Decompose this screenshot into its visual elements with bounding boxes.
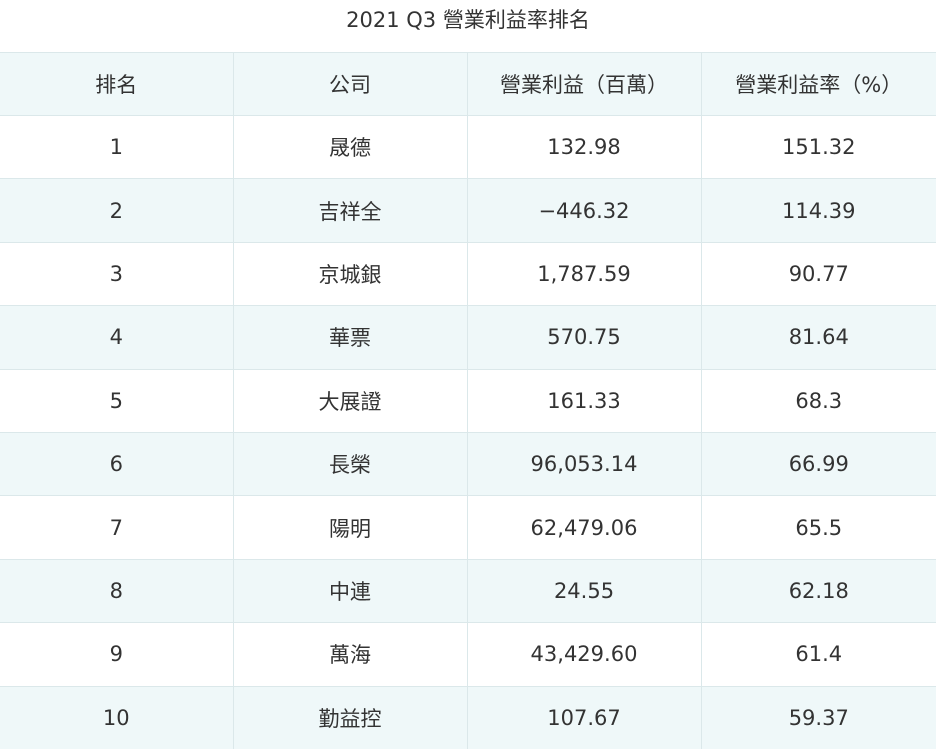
table-header-row: 排名 公司 營業利益（百萬） 營業利益率（%） — [0, 52, 936, 116]
column-header-rank: 排名 — [0, 52, 233, 116]
operating-income-cell: −446.32 — [466, 178, 701, 243]
company-cell: 長榮 — [232, 431, 467, 496]
company-cell: 華票 — [232, 305, 467, 370]
table-row: 2 吉祥全 −446.32 114.39 — [0, 178, 936, 243]
operating-income-cell: 96,053.14 — [466, 431, 701, 496]
column-header-operating-income: 營業利益（百萬） — [466, 52, 701, 116]
operating-margin-cell: 151.32 — [700, 114, 936, 179]
table-row: 5 大展證 161.33 68.3 — [0, 368, 936, 433]
rank-cell: 5 — [0, 368, 233, 433]
company-cell: 京城銀 — [232, 241, 467, 306]
table-row: 8 中連 24.55 62.18 — [0, 558, 936, 623]
rank-cell: 7 — [0, 495, 233, 560]
rank-cell: 8 — [0, 558, 233, 623]
company-cell: 陽明 — [232, 495, 467, 560]
table-row: 1 晟德 132.98 151.32 — [0, 114, 936, 179]
column-header-company: 公司 — [232, 52, 467, 116]
table-row: 7 陽明 62,479.06 65.5 — [0, 495, 936, 560]
table-row: 4 華票 570.75 81.64 — [0, 305, 936, 370]
operating-margin-cell: 90.77 — [700, 241, 936, 306]
company-cell: 勤益控 — [232, 685, 467, 750]
rank-cell: 3 — [0, 241, 233, 306]
operating-income-cell: 161.33 — [466, 368, 701, 433]
operating-income-cell: 132.98 — [466, 114, 701, 179]
table-row: 9 萬海 43,429.60 61.4 — [0, 622, 936, 687]
rank-cell: 4 — [0, 305, 233, 370]
table-title: 2021 Q3 營業利益率排名 — [346, 8, 590, 32]
company-cell: 吉祥全 — [232, 178, 467, 243]
operating-margin-cell: 114.39 — [700, 178, 936, 243]
company-cell: 萬海 — [232, 622, 467, 687]
operating-margin-cell: 66.99 — [700, 431, 936, 496]
operating-margin-cell: 65.5 — [700, 495, 936, 560]
operating-income-cell: 62,479.06 — [466, 495, 701, 560]
table-row: 10 勤益控 107.67 59.37 — [0, 685, 936, 750]
operating-margin-cell: 81.64 — [700, 305, 936, 370]
operating-margin-cell: 59.37 — [700, 685, 936, 750]
ranking-table: 排名 公司 營業利益（百萬） 營業利益率（%） 1 晟德 132.98 151.… — [0, 52, 936, 750]
rank-cell: 1 — [0, 114, 233, 179]
operating-margin-cell: 61.4 — [700, 622, 936, 687]
operating-income-cell: 1,787.59 — [466, 241, 701, 306]
rank-cell: 6 — [0, 431, 233, 496]
rank-cell: 9 — [0, 622, 233, 687]
rank-cell: 2 — [0, 178, 233, 243]
operating-income-cell: 570.75 — [466, 305, 701, 370]
rank-cell: 10 — [0, 685, 233, 750]
company-cell: 大展證 — [232, 368, 467, 433]
operating-income-cell: 107.67 — [466, 685, 701, 750]
operating-income-cell: 43,429.60 — [466, 622, 701, 687]
column-header-operating-margin: 營業利益率（%） — [700, 52, 936, 116]
operating-margin-cell: 62.18 — [700, 558, 936, 623]
table-row: 3 京城銀 1,787.59 90.77 — [0, 241, 936, 306]
company-cell: 晟德 — [232, 114, 467, 179]
company-cell: 中連 — [232, 558, 467, 623]
table-row: 6 長榮 96,053.14 66.99 — [0, 431, 936, 496]
operating-margin-cell: 68.3 — [700, 368, 936, 433]
operating-income-cell: 24.55 — [466, 558, 701, 623]
